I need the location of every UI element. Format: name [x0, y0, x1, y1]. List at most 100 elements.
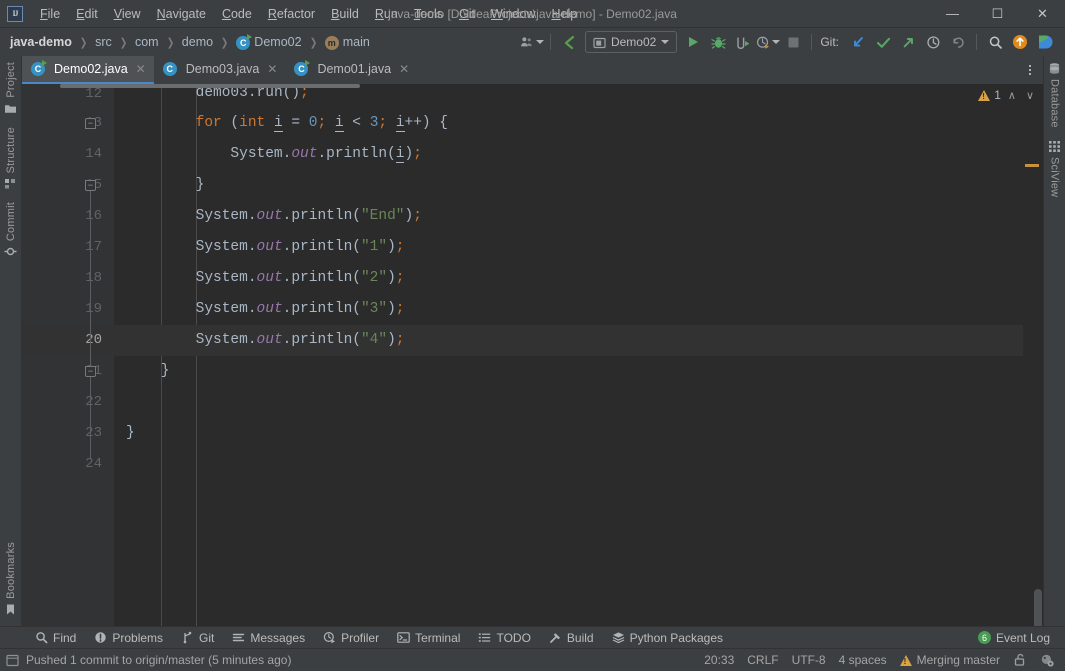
minimize-button[interactable]: —	[930, 0, 975, 27]
tool-window-button-messages[interactable]: Messages	[223, 629, 314, 647]
tool-window-button-git[interactable]: Git	[172, 629, 223, 647]
code-line[interactable]: }	[114, 170, 1023, 201]
menu-item-refactor[interactable]: Refactor	[260, 4, 323, 24]
previous-problem-icon[interactable]: ∧	[1005, 89, 1019, 102]
run-icon[interactable]	[681, 31, 705, 53]
event-log-button[interactable]: 6 Event Log	[969, 629, 1059, 647]
tool-window-button-terminal[interactable]: Terminal	[388, 629, 469, 647]
editor-tab-demo01-java[interactable]: CDemo01.java✕	[285, 56, 417, 84]
maximize-button[interactable]: ☐	[975, 0, 1020, 27]
line-number[interactable]: 16	[22, 201, 114, 232]
editor-tab-demo02-java[interactable]: CDemo02.java✕	[22, 56, 154, 84]
updates-icon[interactable]	[1008, 31, 1032, 53]
tool-window-button-build[interactable]: Build	[540, 629, 603, 647]
line-number[interactable]: 24	[22, 449, 114, 480]
line-number[interactable]: 18	[22, 263, 114, 294]
code-text[interactable]: demo03.run(); for (int i = 0; i < 3; i++…	[114, 84, 1023, 626]
editor-tab-demo03-java[interactable]: CDemo03.java✕	[154, 56, 286, 84]
breadcrumb-item-demo[interactable]: demo	[180, 33, 215, 51]
close-button[interactable]: ✕	[1020, 0, 1065, 27]
code-line[interactable]	[114, 387, 1023, 418]
menu-item-file[interactable]: File	[32, 4, 68, 24]
back-arrow-icon[interactable]	[557, 31, 581, 53]
menu-item-edit[interactable]: Edit	[68, 4, 106, 24]
editor-gutter[interactable]: 12131415161718192021222324 − − −	[22, 84, 114, 626]
tool-window-button-profiler[interactable]: Profiler	[314, 629, 388, 647]
menu-item-code[interactable]: Code	[214, 4, 260, 24]
code-editor[interactable]: 12131415161718192021222324 − − − demo03.run…	[22, 84, 1043, 626]
ide-settings-icon[interactable]	[1040, 653, 1055, 668]
search-everywhere-icon[interactable]	[983, 31, 1007, 53]
line-number[interactable]: 13	[22, 108, 114, 139]
ide-feature-icon[interactable]	[1033, 31, 1057, 53]
git-commit-icon[interactable]	[871, 31, 895, 53]
rollback-icon[interactable]	[946, 31, 970, 53]
breadcrumb-item-java-demo[interactable]: java-demo	[8, 33, 74, 51]
clock-widget[interactable]: 20:33	[704, 653, 734, 667]
code-line[interactable]	[114, 449, 1023, 480]
menu-item-help[interactable]: Help	[543, 4, 585, 24]
menu-item-run[interactable]: Run	[367, 4, 406, 24]
tool-window-button-commit[interactable]: Commit	[4, 196, 17, 264]
breadcrumb-item-src[interactable]: src	[93, 33, 114, 51]
line-number[interactable]: 14	[22, 139, 114, 170]
code-line[interactable]: demo03.run();	[114, 86, 1023, 108]
breadcrumb-item-com[interactable]: com	[133, 33, 161, 51]
code-line[interactable]: System.out.println("3");	[114, 294, 1023, 325]
git-branch-widget[interactable]: Merging master	[900, 653, 1000, 667]
run-configuration-selector[interactable]: Demo02	[585, 31, 677, 53]
code-line[interactable]: System.out.println("4");	[114, 325, 1023, 356]
line-number[interactable]: 17	[22, 232, 114, 263]
menu-item-window[interactable]: Window	[483, 4, 543, 24]
code-fold-end-icon[interactable]: −	[85, 366, 96, 377]
breadcrumb-item-demo02[interactable]: CDemo02	[234, 33, 303, 52]
menu-item-navigate[interactable]: Navigate	[149, 4, 214, 24]
line-number[interactable]: 12	[22, 86, 114, 108]
tool-window-button-python-packages[interactable]: Python Packages	[603, 629, 732, 647]
code-line[interactable]: System.out.println(i);	[114, 139, 1023, 170]
code-fold-start-icon[interactable]: −	[85, 118, 96, 129]
line-number[interactable]: 22	[22, 387, 114, 418]
debug-icon[interactable]	[706, 31, 730, 53]
horizontal-scrollbar[interactable]	[60, 84, 360, 88]
tool-window-button-bookmarks[interactable]: Bookmarks	[4, 536, 17, 622]
line-number[interactable]: 19	[22, 294, 114, 325]
close-tab-icon[interactable]: ✕	[136, 62, 146, 76]
code-line[interactable]: for (int i = 0; i < 3; i++) {	[114, 108, 1023, 139]
indent-widget[interactable]: 4 spaces	[839, 653, 887, 667]
close-tab-icon[interactable]: ✕	[399, 62, 409, 76]
menu-item-git[interactable]: Git	[451, 4, 483, 24]
line-number[interactable]: 21	[22, 356, 114, 387]
run-with-coverage-icon[interactable]	[731, 31, 755, 53]
encoding-widget[interactable]: UTF-8	[792, 653, 826, 667]
code-line[interactable]: }	[114, 418, 1023, 449]
menu-item-view[interactable]: View	[106, 4, 149, 24]
breadcrumb-item-main[interactable]: mmain	[323, 33, 372, 52]
line-separator-widget[interactable]: CRLF	[747, 653, 778, 667]
code-fold-end-icon[interactable]: −	[85, 180, 96, 191]
close-tab-icon[interactable]: ✕	[267, 62, 277, 76]
stop-icon[interactable]	[781, 31, 805, 53]
line-number[interactable]: 20	[22, 325, 114, 356]
line-number[interactable]: 15	[22, 170, 114, 201]
code-line[interactable]: }	[114, 356, 1023, 387]
line-number[interactable]: 23	[22, 418, 114, 449]
status-message-area[interactable]: Pushed 1 commit to origin/master (5 minu…	[6, 653, 291, 667]
tab-list-menu-icon[interactable]	[1017, 56, 1043, 84]
editor-marker-scrollbar[interactable]	[1023, 84, 1043, 626]
tool-window-button-database[interactable]: Database	[1048, 56, 1061, 134]
read-only-lock-icon[interactable]	[1013, 653, 1027, 667]
tool-window-button-project[interactable]: Project	[4, 56, 17, 121]
tool-window-button-todo[interactable]: TODO	[469, 629, 539, 647]
inspection-widget[interactable]: 1 ∧ ∨	[978, 88, 1037, 102]
tool-window-button-sciview[interactable]: SciView	[1048, 134, 1061, 203]
menu-item-build[interactable]: Build	[323, 4, 367, 24]
warning-marker[interactable]	[1025, 164, 1039, 167]
profiler-icon[interactable]	[756, 31, 780, 53]
next-problem-icon[interactable]: ∨	[1023, 89, 1037, 102]
tool-window-button-problems[interactable]: Problems	[85, 629, 172, 647]
menu-item-tools[interactable]: Tools	[406, 4, 451, 24]
code-line[interactable]: System.out.println("1");	[114, 232, 1023, 263]
user-settings-icon[interactable]	[520, 31, 544, 53]
code-line[interactable]: System.out.println("End");	[114, 201, 1023, 232]
